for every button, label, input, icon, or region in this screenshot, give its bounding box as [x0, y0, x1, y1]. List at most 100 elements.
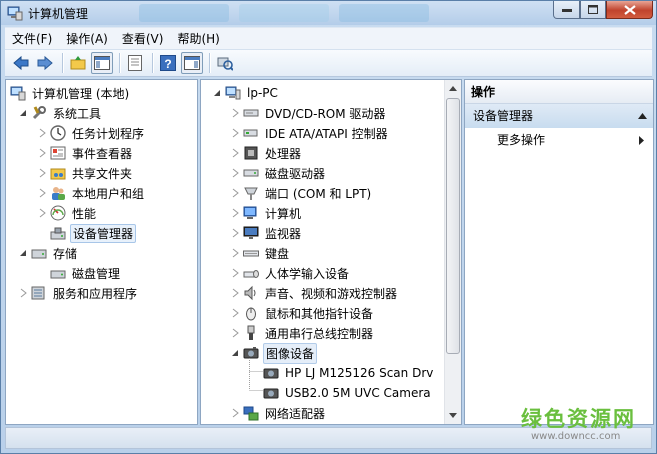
tree-item-label: 设备管理器 [70, 223, 137, 243]
tree-item-device-manager[interactable]: 设备管理器 [50, 223, 137, 243]
title-bar[interactable]: 计算机管理 [1, 1, 656, 25]
collapsed-arrow-icon [232, 108, 239, 118]
menu-view[interactable]: 查看(V) [115, 29, 171, 49]
toolbar-separator [119, 53, 120, 73]
device-usb-camera[interactable]: USB2.0 5M UVC Camera [263, 383, 433, 403]
menu-bar: 文件(F) 操作(A) 查看(V) 帮助(H) [5, 27, 652, 49]
minimize-icon [561, 8, 572, 12]
vertical-scrollbar[interactable] [444, 80, 461, 424]
scroll-thumb[interactable] [446, 98, 460, 354]
device-category-disk[interactable]: 磁盘驱动器 [230, 163, 327, 183]
device-category-usb[interactable]: 通用串行总线控制器 [230, 323, 375, 343]
device-hp-scanner[interactable]: HP LJ M125126 Scan Drv [263, 363, 435, 383]
expanded-arrow-icon [232, 350, 238, 356]
device-label: 处理器 [265, 146, 302, 161]
menu-help[interactable]: 帮助(H) [170, 29, 226, 49]
device-category-sound[interactable]: 声音、视频和游戏控制器 [230, 283, 399, 303]
device-label: 声音、视频和游戏控制器 [265, 286, 398, 301]
device-category-mouse[interactable]: 鼠标和其他指针设备 [230, 303, 375, 323]
tree-item-event-viewer[interactable]: 事件查看器 [37, 143, 134, 163]
computer-icon [225, 86, 241, 100]
device-category-monitor[interactable]: 监视器 [230, 223, 303, 243]
maximize-button[interactable] [580, 1, 606, 19]
device-category-keyboard[interactable]: 键盘 [230, 243, 291, 263]
device-category-network[interactable]: 网络适配器 [230, 403, 327, 423]
scroll-down-icon [449, 413, 457, 418]
device-label: 人体学输入设备 [265, 266, 350, 281]
monitor-icon [243, 226, 259, 239]
performance-icon [50, 205, 66, 221]
show-console-tree-button[interactable] [91, 52, 113, 74]
tree-item-label: 性能 [72, 206, 97, 221]
device-category-dvd[interactable]: DVD/CD-ROM 驱动器 [230, 103, 387, 123]
close-button[interactable] [606, 1, 653, 19]
cpu-icon [244, 146, 258, 160]
title-decoration [139, 4, 229, 22]
device-category-hid[interactable]: 人体学输入设备 [230, 263, 351, 283]
minimize-button[interactable] [553, 1, 580, 19]
menu-action[interactable]: 操作(A) [59, 29, 115, 49]
dvd-icon [243, 109, 259, 117]
device-category-ide[interactable]: IDE ATA/ATAPI 控制器 [230, 123, 390, 143]
collapsed-arrow-icon [232, 128, 239, 138]
watermark-url: www.downcc.com [531, 431, 621, 442]
show-action-pane-button[interactable] [181, 52, 203, 74]
menu-file[interactable]: 文件(F) [5, 29, 59, 49]
tree-item-services-apps[interactable]: 服务和应用程序 [18, 283, 139, 303]
actions-section-label: 设备管理器 [473, 109, 534, 123]
tree-item-local-users[interactable]: 本地用户和组 [37, 183, 146, 203]
tree-item-computer-management[interactable]: 计算机管理 (本地) [10, 83, 131, 103]
tools-icon [32, 106, 46, 120]
collapsed-arrow-icon [232, 168, 239, 178]
device-category-computer[interactable]: 计算机 [230, 203, 303, 223]
mouse-icon [246, 307, 256, 321]
device-label: 通用串行总线控制器 [265, 326, 374, 341]
help-button[interactable]: ? [157, 52, 179, 74]
disk-mgmt-icon [50, 270, 66, 279]
back-button[interactable] [10, 52, 32, 74]
collapsed-arrow-icon [232, 408, 239, 418]
device-label: 网络适配器 [265, 406, 326, 421]
scroll-down-button[interactable] [445, 407, 461, 424]
device-root[interactable]: lp-PC [212, 83, 280, 103]
tree-item-system-tools[interactable]: 系统工具 [18, 103, 103, 123]
toolbar-separator [62, 53, 63, 73]
collapsed-arrow-icon [232, 248, 239, 258]
console-tree-pane: 计算机管理 (本地) 系统工具 任务计划程序 事件查看器 共享文件夹 本地用户和… [5, 79, 198, 425]
actions-pane: 操作 设备管理器 更多操作 [464, 79, 654, 425]
properties-button[interactable] [124, 52, 146, 74]
scroll-up-button[interactable] [445, 80, 461, 97]
shared-folder-icon [50, 168, 66, 180]
tree-item-storage[interactable]: 存储 [18, 243, 79, 263]
device-category-ports[interactable]: 端口 (COM 和 LPT) [230, 183, 373, 203]
tree-item-disk-management[interactable]: 磁盘管理 [50, 263, 122, 283]
watermark: 绿色资源网 www.downcc.com [519, 403, 649, 447]
hid-icon [243, 270, 259, 278]
clock-icon [50, 125, 66, 141]
device-label: USB2.0 5M UVC Camera [285, 386, 431, 400]
device-label: HP LJ M125126 Scan Drv [285, 366, 434, 380]
device-category-imaging[interactable]: 图像设备 [230, 342, 318, 364]
tree-item-label: 事件查看器 [72, 146, 133, 161]
collapsed-arrow-icon [20, 288, 27, 298]
tree-item-shared-folders[interactable]: 共享文件夹 [37, 163, 134, 183]
up-folder-button[interactable] [67, 52, 89, 74]
more-actions-label: 更多操作 [497, 133, 546, 147]
actions-header: 操作 [465, 80, 653, 104]
forward-button[interactable] [34, 52, 56, 74]
tree-item-label: 任务计划程序 [72, 126, 145, 141]
event-viewer-icon [50, 146, 66, 160]
computer-mgmt-icon [7, 6, 23, 21]
tree-item-performance[interactable]: 性能 [37, 203, 98, 223]
device-label: IDE ATA/ATAPI 控制器 [265, 126, 388, 141]
tree-item-task-scheduler[interactable]: 任务计划程序 [37, 123, 146, 143]
device-category-cpu[interactable]: 处理器 [230, 143, 303, 163]
device-label: 图像设备 [263, 342, 318, 364]
maximize-icon [588, 5, 598, 14]
sound-icon [244, 285, 256, 301]
actions-section-device-manager[interactable]: 设备管理器 [465, 104, 653, 128]
scan-hardware-button[interactable] [214, 52, 236, 74]
more-actions-item[interactable]: 更多操作 [497, 131, 545, 149]
svg-text:?: ? [164, 57, 171, 71]
toolbar-separator [209, 53, 210, 73]
